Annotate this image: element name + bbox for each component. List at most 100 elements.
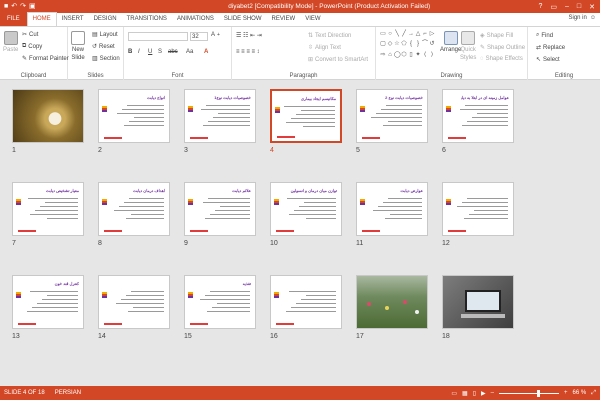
- shape-fill-button[interactable]: ◈ Shape Fill: [480, 32, 513, 40]
- slide-thumbnail-16[interactable]: 16: [270, 275, 342, 340]
- reading-view-icon[interactable]: ▯: [473, 390, 476, 397]
- tab-review[interactable]: REVIEW: [267, 13, 301, 26]
- underline-button[interactable]: U: [148, 49, 152, 55]
- replace-button[interactable]: ⇄ Replace: [536, 44, 566, 52]
- tab-animations[interactable]: ANIMATIONS: [172, 13, 219, 26]
- slide-thumbnail-11[interactable]: عوارض دیابت 11: [356, 182, 428, 247]
- slide-preview[interactable]: انواع دیابت: [98, 89, 170, 143]
- text-line: [37, 303, 78, 304]
- format-painter-button[interactable]: ✎ Format Painter: [22, 55, 69, 63]
- slide-preview[interactable]: [98, 275, 170, 329]
- sorter-view-icon[interactable]: ▦: [462, 390, 468, 397]
- slide-preview[interactable]: علائم دیابت: [184, 182, 256, 236]
- tab-insert[interactable]: INSERT: [57, 13, 89, 26]
- slide-preview[interactable]: کنترل قند خون: [12, 275, 84, 329]
- layout-button[interactable]: ▤ Layout: [92, 31, 118, 39]
- align-text-button[interactable]: ⇳ Align Text: [308, 44, 341, 52]
- slide-thumbnail-17[interactable]: 17: [356, 275, 428, 340]
- slide-preview[interactable]: معیار تشخیص دیابت: [12, 182, 84, 236]
- tab-view[interactable]: VIEW: [300, 13, 325, 26]
- slide-preview[interactable]: توازن میان درمان و انسولین: [270, 182, 342, 236]
- text-line: [203, 125, 250, 126]
- text-direction-button[interactable]: ⇅ Text Direction: [308, 32, 351, 40]
- slide-thumbnail-10[interactable]: توازن میان درمان و انسولین 10: [270, 182, 342, 247]
- font-size-box[interactable]: 32: [190, 32, 208, 41]
- slide-thumbnail-12[interactable]: 12: [442, 182, 514, 247]
- slide-preview[interactable]: [442, 182, 514, 236]
- slide-thumbnail-2[interactable]: انواع دیابت 2: [98, 89, 170, 154]
- language-status[interactable]: PERSIAN: [55, 390, 81, 396]
- zoom-slider-thumb[interactable]: [536, 389, 540, 397]
- slide-thumbnail-15[interactable]: تغذیه 15: [184, 275, 256, 340]
- shadow-button[interactable]: S: [158, 49, 162, 55]
- slide-preview[interactable]: مکانیسم ایجاد بیماری: [270, 89, 342, 143]
- slide-thumbnail-6[interactable]: عوامل زمینه ای در ابتلا به دیابت 6: [442, 89, 514, 154]
- new-slide-button[interactable]: New Slide: [71, 31, 85, 61]
- shapes-gallery[interactable]: ▭ ○ ╲ ╱ → △ ⌐ ▷ ▢ ◇ ☆ ⬠{} ⌒ ↺ ⇨ ⌂ ◯ ⬡ ▯ ✦ ⟨ ⟩: [380, 31, 434, 61]
- tab-design[interactable]: DESIGN: [89, 13, 122, 26]
- slide-thumbnail-14[interactable]: 14: [98, 275, 170, 340]
- tab-file[interactable]: FILE: [0, 12, 27, 26]
- slide-number: 2: [98, 147, 102, 154]
- ribbon-display-icon[interactable]: ▭: [550, 3, 557, 11]
- slide-thumbnail-3[interactable]: خصوصیات دیابت نوع1 3: [184, 89, 256, 154]
- zoom-level[interactable]: 66 %: [573, 390, 587, 396]
- paste-button[interactable]: Paste: [3, 31, 18, 53]
- select-button[interactable]: ↖ Select: [536, 56, 560, 64]
- font-color-button[interactable]: A: [204, 49, 208, 55]
- zoom-out-button[interactable]: –: [491, 390, 494, 396]
- italic-button[interactable]: I: [138, 49, 140, 55]
- slide-preview[interactable]: خصوصیات دیابت نوع 2: [356, 89, 428, 143]
- slideshow-view-icon[interactable]: ▶: [481, 390, 486, 397]
- slide-thumbnail-7[interactable]: معیار تشخیص دیابت 7: [12, 182, 84, 247]
- tab-slide-show[interactable]: SLIDE SHOW: [219, 13, 267, 26]
- cut-button[interactable]: ✂ Cut: [22, 31, 38, 39]
- slide-preview[interactable]: [12, 89, 84, 143]
- slide-preview[interactable]: [442, 275, 514, 329]
- slide-preview[interactable]: عوارض دیابت: [356, 182, 428, 236]
- quick-styles-button[interactable]: Quick Styles: [460, 31, 476, 61]
- slide-preview[interactable]: تغذیه: [184, 275, 256, 329]
- slide-thumbnail-1[interactable]: 1: [12, 89, 84, 154]
- text-line: [117, 113, 164, 114]
- zoom-in-button[interactable]: +: [564, 390, 568, 396]
- reset-button[interactable]: ↺ Reset: [92, 43, 115, 51]
- convert-smartart-button[interactable]: ⊞ Convert to SmartArt: [308, 56, 368, 64]
- zoom-slider[interactable]: [498, 389, 559, 397]
- tab-transitions[interactable]: TRANSITIONS: [122, 13, 172, 26]
- find-button[interactable]: ⌕ Find: [536, 32, 553, 39]
- align-buttons[interactable]: ≡ ≡ ≡ ≡ ↕: [236, 49, 260, 55]
- help-button[interactable]: ?: [538, 3, 542, 11]
- slide-thumbnail-13[interactable]: کنترل قند خون 13: [12, 275, 84, 340]
- close-icon[interactable]: ✕: [589, 3, 595, 11]
- slide-preview[interactable]: [356, 275, 428, 329]
- copy-button[interactable]: ⧉ Copy: [22, 43, 42, 50]
- bullets-button[interactable]: ☰ ☷ ⇤ ⇥: [236, 32, 262, 39]
- strike-button[interactable]: abc: [168, 49, 178, 55]
- signin-link[interactable]: Sign in: [569, 15, 587, 21]
- slide-thumbnail-9[interactable]: علائم دیابت 9: [184, 182, 256, 247]
- maximize-icon[interactable]: □: [577, 3, 581, 11]
- slide-thumbnail-5[interactable]: خصوصیات دیابت نوع 2 5: [356, 89, 428, 154]
- shape-outline-button[interactable]: ✎ Shape Outline: [480, 44, 525, 52]
- replace-label: Replace: [543, 44, 566, 51]
- fit-window-icon[interactable]: ⤢: [591, 390, 596, 397]
- font-name-box[interactable]: [128, 32, 188, 41]
- slide-thumbnail-8[interactable]: اهداف درمان دیابت 8: [98, 182, 170, 247]
- text-line: [200, 299, 250, 300]
- shape-effects-button[interactable]: ◌ Shape Effects: [480, 56, 523, 62]
- slide-preview[interactable]: عوامل زمینه ای در ابتلا به دیابت: [442, 89, 514, 143]
- slide-preview[interactable]: اهداف درمان دیابت: [98, 182, 170, 236]
- grow-font-button[interactable]: A +: [211, 32, 220, 38]
- slide-preview[interactable]: خصوصیات دیابت نوع1: [184, 89, 256, 143]
- slide-thumbnail-4[interactable]: مکانیسم ایجاد بیماری 4: [270, 89, 342, 154]
- bold-button[interactable]: B: [128, 49, 132, 55]
- change-case-button[interactable]: Aa: [186, 49, 193, 55]
- normal-view-icon[interactable]: ▭: [451, 390, 457, 397]
- section-button[interactable]: ▥ Section: [92, 55, 120, 63]
- minimize-icon[interactable]: –: [565, 3, 569, 11]
- tab-home[interactable]: HOME: [26, 12, 57, 26]
- slide-preview[interactable]: [270, 275, 342, 329]
- slide-thumbnail-18[interactable]: 18: [442, 275, 514, 340]
- arrange-button[interactable]: Arrange: [440, 31, 461, 53]
